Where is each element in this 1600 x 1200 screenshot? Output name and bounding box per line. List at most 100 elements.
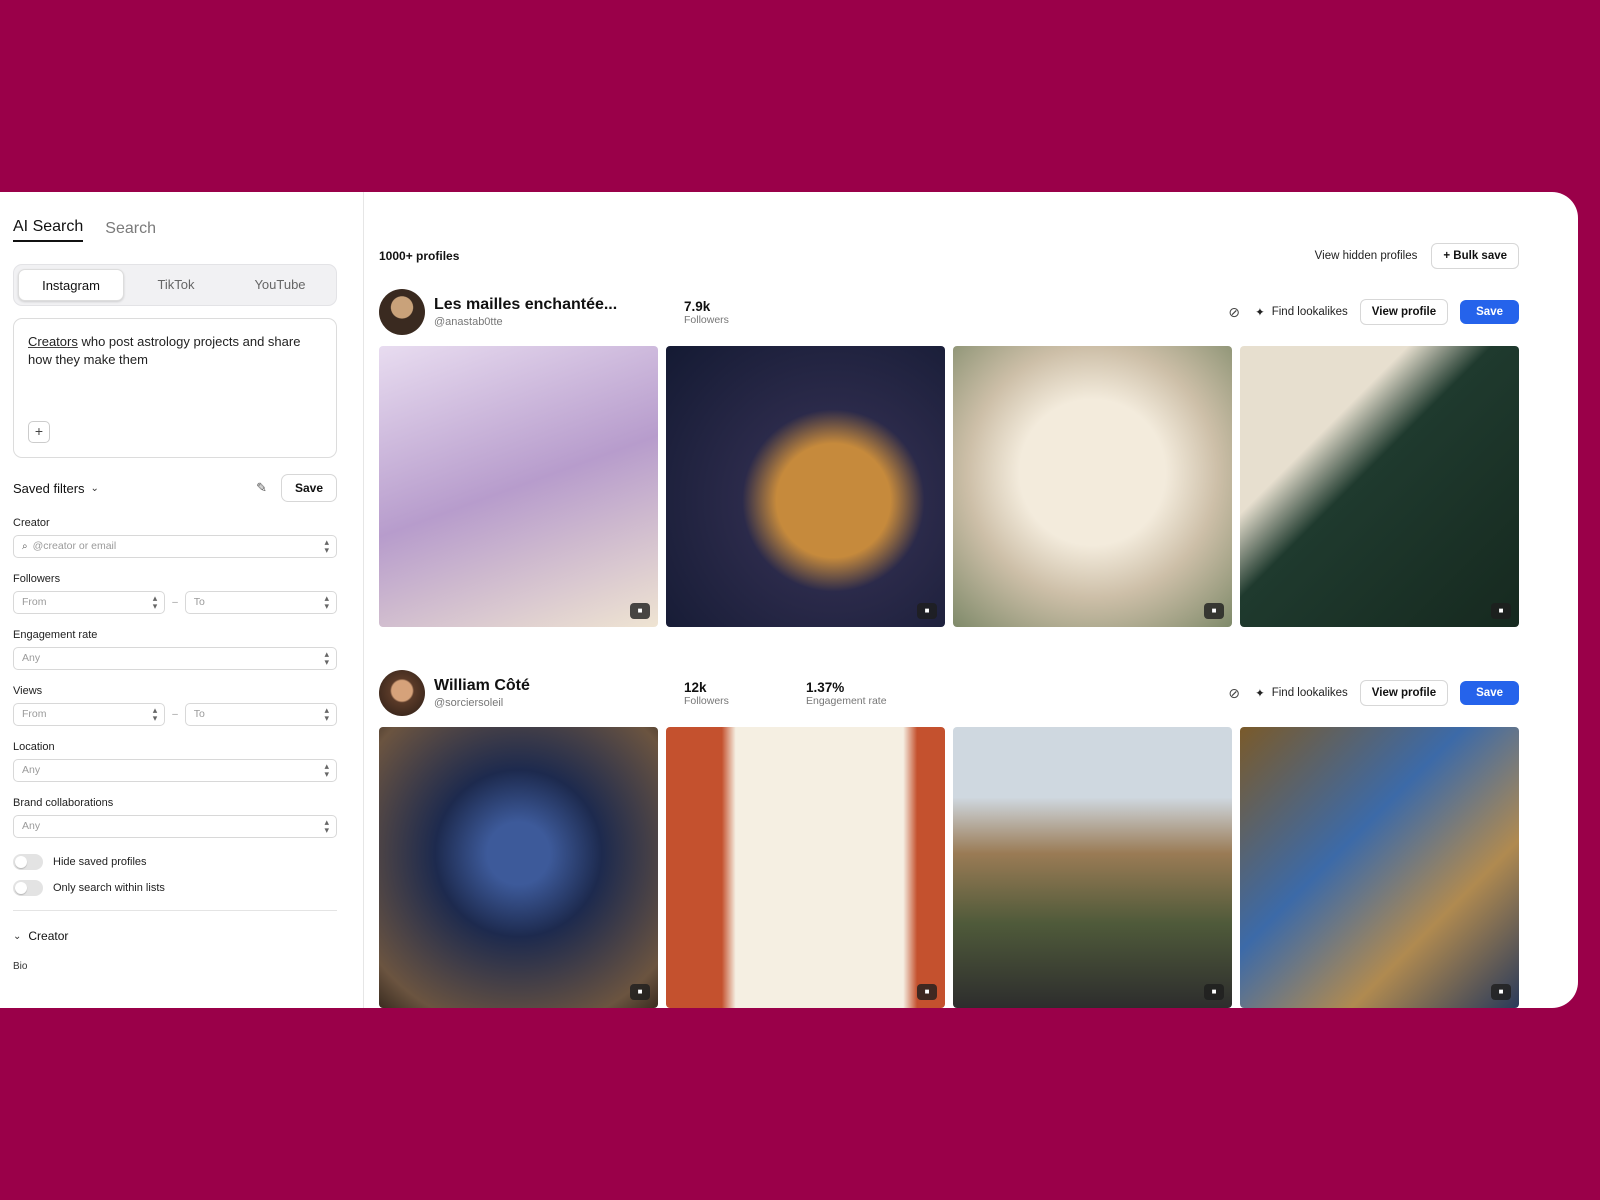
- profile-handle: @sorciersoleil: [434, 697, 504, 709]
- engagement-value: 1.37%: [806, 679, 845, 695]
- profile-name[interactable]: William Côté: [434, 677, 684, 695]
- engagement-label: Engagement rate: [806, 694, 887, 707]
- avatar[interactable]: [379, 289, 425, 335]
- brand-collab-filter-label: Brand collaborations: [13, 797, 114, 809]
- hide-saved-label: Hide saved profiles: [53, 856, 147, 868]
- hide-profile-icon[interactable]: ⊘: [1225, 304, 1243, 321]
- post-thumbnail[interactable]: ■: [379, 346, 658, 627]
- brand-collab-select[interactable]: Any ▴ ▾: [13, 815, 337, 838]
- bulk-save-button[interactable]: + Bulk save: [1431, 243, 1519, 269]
- results-panel: 1000+ profiles View hidden profiles + Bu…: [364, 192, 1578, 1008]
- chevron-updown-icon: ▴ ▾: [324, 537, 329, 555]
- video-icon: ■: [1204, 984, 1224, 1000]
- followers-value: 7.9k: [684, 298, 711, 314]
- chevron-updown-icon: ▴ ▾: [324, 593, 329, 611]
- any-placeholder: Any: [22, 764, 41, 776]
- save-profile-button[interactable]: Save: [1460, 300, 1519, 324]
- creator-filter-label: Creator: [13, 517, 50, 529]
- followers-from-input[interactable]: From ▴ ▾: [13, 591, 166, 614]
- find-lookalikes-label: Find lookalikes: [1271, 306, 1348, 318]
- platform-instagram[interactable]: Instagram: [18, 269, 124, 301]
- chevron-down-icon: ⌄: [90, 482, 99, 494]
- any-placeholder: Any: [22, 652, 41, 664]
- video-icon: ■: [1204, 603, 1224, 619]
- search-icon: ⌕: [22, 541, 28, 552]
- bio-filter-label: Bio: [13, 961, 28, 972]
- save-filters-button[interactable]: Save: [280, 474, 337, 502]
- engagement-stat: 1.37% Engagement rate: [806, 680, 928, 707]
- save-profile-button[interactable]: Save: [1460, 681, 1519, 705]
- creator-placeholder: @creator or email: [32, 540, 117, 552]
- results-count: 1000+ profiles: [379, 249, 460, 263]
- sparkle-icon: ✦: [1255, 307, 1265, 319]
- engagement-select[interactable]: Any ▴ ▾: [13, 647, 337, 670]
- post-thumbnail[interactable]: ■: [1240, 727, 1519, 1008]
- post-thumbnail[interactable]: ■: [1240, 346, 1519, 627]
- pencil-icon[interactable]: ✎: [256, 480, 267, 496]
- view-hidden-profiles-link[interactable]: View hidden profiles: [1315, 250, 1418, 262]
- chevron-updown-icon: ▴ ▾: [324, 649, 329, 667]
- chevron-updown-icon: ▴ ▾: [324, 761, 329, 779]
- tab-search[interactable]: Search: [105, 220, 156, 242]
- video-icon: ■: [630, 603, 650, 619]
- video-icon: ■: [917, 984, 937, 1000]
- tab-ai-search[interactable]: AI Search: [13, 218, 84, 242]
- video-icon: ■: [1491, 984, 1511, 1000]
- followers-label: Followers: [684, 313, 729, 326]
- find-lookalikes-button[interactable]: ✦ Find lookalikes: [1255, 686, 1348, 700]
- location-filter-label: Location: [13, 741, 55, 753]
- creator-section-title: Creator: [28, 929, 69, 943]
- prompt-keyword: Creators: [28, 334, 78, 349]
- post-thumbnail[interactable]: ■: [953, 727, 1232, 1008]
- saved-filters-dropdown[interactable]: Saved filters ⌄: [13, 481, 99, 496]
- hide-saved-toggle[interactable]: [13, 854, 43, 870]
- to-placeholder: To: [193, 708, 205, 720]
- post-thumbnail[interactable]: ■: [379, 727, 658, 1008]
- find-lookalikes-button[interactable]: ✦ Find lookalikes: [1255, 305, 1348, 319]
- profile-name[interactable]: Les mailles enchantée...: [434, 296, 684, 314]
- search-within-lists-toggle[interactable]: [13, 880, 43, 896]
- search-within-lists-label: Only search within lists: [53, 882, 165, 894]
- views-to-input[interactable]: To ▴ ▾: [184, 703, 337, 726]
- followers-value: 12k: [684, 679, 707, 695]
- from-placeholder: From: [22, 596, 47, 608]
- followers-stat: 7.9k Followers: [684, 299, 806, 326]
- followers-stat: 12k Followers: [684, 680, 806, 707]
- profile-handle: @anastab0tte: [434, 316, 503, 328]
- chevron-down-icon: ⌄: [13, 930, 22, 942]
- platform-tiktok[interactable]: TikTok: [124, 269, 228, 301]
- followers-label: Followers: [684, 694, 729, 707]
- platform-switcher: Instagram TikTok YouTube: [13, 264, 337, 306]
- range-separator: –: [172, 597, 178, 608]
- avatar[interactable]: [379, 670, 425, 716]
- chevron-updown-icon: ▴ ▾: [152, 593, 158, 611]
- platform-youtube[interactable]: YouTube: [228, 269, 332, 301]
- video-icon: ■: [1491, 603, 1511, 619]
- creator-section-toggle[interactable]: ⌄ Creator: [13, 929, 337, 943]
- view-profile-button[interactable]: View profile: [1359, 299, 1449, 325]
- location-select[interactable]: Any ▴ ▾: [13, 759, 337, 782]
- saved-filters-label: Saved filters: [13, 480, 85, 496]
- video-icon: ■: [630, 984, 650, 1000]
- hide-profile-icon[interactable]: ⊘: [1225, 685, 1243, 702]
- post-thumbnail[interactable]: ■: [953, 346, 1232, 627]
- post-thumbnail[interactable]: ■: [666, 727, 945, 1008]
- views-filter-label: Views: [13, 685, 43, 697]
- view-profile-button[interactable]: View profile: [1359, 680, 1449, 706]
- profile-card: William Côté @sorciersoleil 12k Follower…: [379, 665, 1578, 1008]
- app-window: AI Search Search Instagram TikTok YouTub…: [0, 192, 1578, 1008]
- followers-to-input[interactable]: To ▴ ▾: [184, 591, 337, 614]
- creator-search-input[interactable]: ⌕ @creator or email ▴ ▾: [13, 535, 337, 558]
- ai-prompt-input[interactable]: Creators who post astrology projects and…: [13, 318, 337, 458]
- engagement-filter-label: Engagement rate: [13, 629, 98, 641]
- from-placeholder: From: [22, 708, 47, 720]
- profile-card: Les mailles enchantée... @anastab0tte 7.…: [379, 284, 1578, 627]
- chevron-updown-icon: ▴ ▾: [324, 705, 329, 723]
- find-lookalikes-label: Find lookalikes: [1271, 687, 1348, 699]
- chevron-updown-icon: ▴ ▾: [324, 817, 329, 835]
- post-thumbnail[interactable]: ■: [666, 346, 945, 627]
- add-attachment-button[interactable]: +: [28, 421, 50, 443]
- views-from-input[interactable]: From ▴ ▾: [13, 703, 166, 726]
- video-icon: ■: [917, 603, 937, 619]
- followers-filter-label: Followers: [13, 573, 61, 585]
